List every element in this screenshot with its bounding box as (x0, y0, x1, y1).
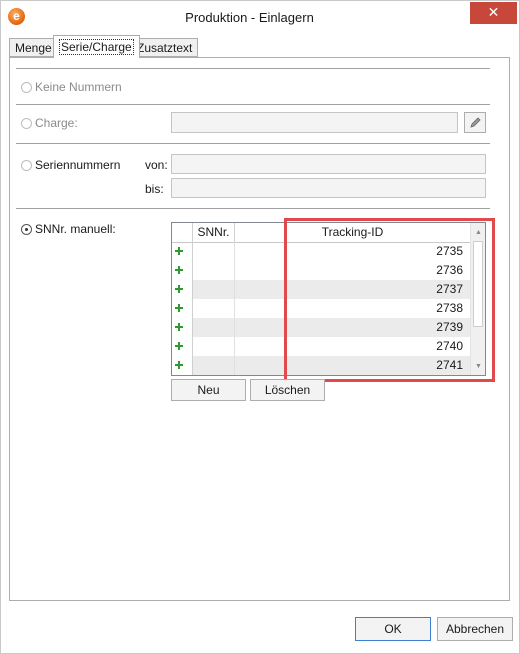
top-divider (16, 68, 490, 69)
tab-serie-charge-label: Serie/Charge (59, 39, 134, 55)
snnr-cell[interactable] (193, 261, 235, 280)
title-bar: e Produktion - Einlagern ✕ (1, 1, 519, 31)
table-row[interactable]: 2741 (172, 356, 470, 375)
ok-button[interactable]: OK (355, 617, 431, 641)
snnr-cell[interactable] (193, 299, 235, 318)
serial-number-grid[interactable]: SNNr. Tracking-ID 2735 2736 2737 2738 27… (171, 222, 486, 376)
snnr-cell[interactable] (193, 356, 235, 375)
table-row[interactable]: 2735 (172, 242, 470, 261)
delete-row-button[interactable]: Löschen (250, 379, 325, 401)
divider-4 (16, 208, 490, 209)
divider-3 (16, 143, 490, 144)
scroll-up-arrow-icon[interactable]: ▲ (471, 225, 485, 240)
von-input[interactable] (171, 154, 486, 174)
table-row[interactable]: 2736 (172, 261, 470, 280)
charge-input[interactable] (171, 112, 458, 133)
plus-icon (175, 285, 183, 293)
new-row-button[interactable]: Neu (171, 379, 246, 401)
snnr-manuell-label: SNNr. manuell: (35, 222, 116, 236)
row-indicator (172, 242, 193, 261)
plus-icon (175, 323, 183, 331)
grid-header-snnr[interactable]: SNNr. (193, 223, 235, 242)
row-indicator (172, 337, 193, 356)
charge-label: Charge: (35, 116, 78, 130)
plus-icon (175, 361, 183, 369)
tracking-id-cell[interactable]: 2740 (235, 337, 470, 356)
snnr-cell[interactable] (193, 318, 235, 337)
tab-zusatztext[interactable]: Zusatztext (131, 38, 199, 57)
window-title: Produktion - Einlagern (185, 10, 314, 25)
plus-icon (175, 342, 183, 350)
tracking-id-cell[interactable]: 2738 (235, 299, 470, 318)
row-indicator (172, 299, 193, 318)
table-row[interactable]: 2740 (172, 337, 470, 356)
row-indicator (172, 356, 193, 375)
row-indicator (172, 280, 193, 299)
snnr-cell[interactable] (193, 242, 235, 261)
keine-nummern-label: Keine Nummern (35, 80, 122, 94)
grid-header-indicator (172, 223, 193, 242)
bis-label: bis: (145, 182, 164, 196)
row-indicator (172, 318, 193, 337)
tracking-id-cell[interactable]: 2741 (235, 356, 470, 375)
grid-scrollbar[interactable]: ▲ ▼ (470, 223, 485, 375)
table-row[interactable]: 2737 (172, 280, 470, 299)
scroll-down-arrow-icon[interactable]: ▼ (471, 359, 485, 374)
scroll-thumb[interactable] (473, 241, 483, 327)
snnr-cell[interactable] (193, 280, 235, 299)
tab-menge[interactable]: Menge (9, 38, 58, 57)
grid-header: SNNr. Tracking-ID (172, 223, 485, 243)
tracking-id-cell[interactable]: 2737 (235, 280, 470, 299)
snnr-cell[interactable] (193, 337, 235, 356)
charge-radio[interactable] (21, 118, 32, 129)
close-button[interactable]: ✕ (470, 2, 517, 24)
plus-icon (175, 266, 183, 274)
charge-edit-button[interactable] (464, 112, 486, 133)
seriennummern-radio[interactable] (21, 160, 32, 171)
pencil-icon (469, 117, 481, 128)
von-label: von: (145, 158, 168, 172)
snnr-manuell-radio[interactable] (21, 224, 32, 235)
cancel-button[interactable]: Abbrechen (437, 617, 513, 641)
plus-icon (175, 304, 183, 312)
tracking-id-cell[interactable]: 2739 (235, 318, 470, 337)
table-row[interactable]: 2738 (172, 299, 470, 318)
tracking-id-cell[interactable]: 2736 (235, 261, 470, 280)
row-indicator (172, 261, 193, 280)
seriennummern-label: Seriennummern (35, 158, 121, 172)
table-row[interactable]: 2739 (172, 318, 470, 337)
bis-input[interactable] (171, 178, 486, 198)
divider-2 (16, 104, 490, 105)
plus-icon (175, 247, 183, 255)
grid-header-tracking-id[interactable]: Tracking-ID (235, 223, 470, 242)
tab-serie-charge[interactable]: Serie/Charge (53, 35, 140, 58)
tracking-id-cell[interactable]: 2735 (235, 242, 470, 261)
keine-nummern-radio[interactable] (21, 82, 32, 93)
